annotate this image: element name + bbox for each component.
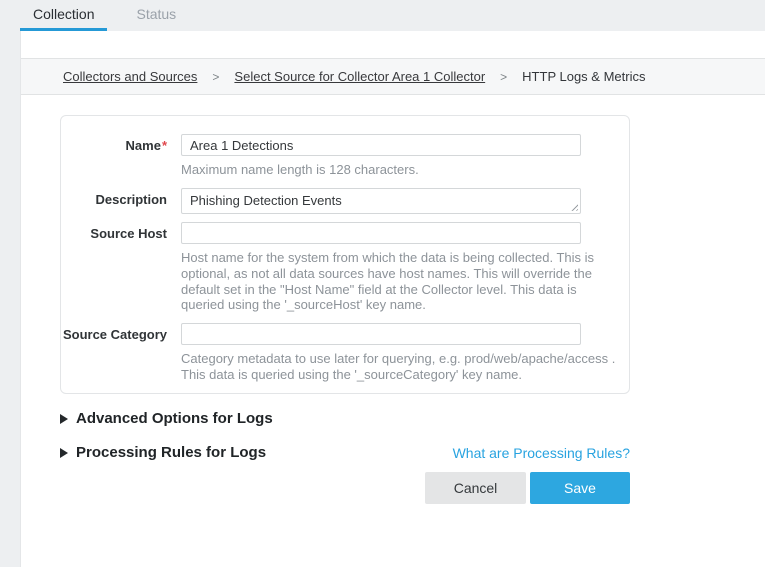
name-label-text: Name xyxy=(126,138,161,153)
source-category-helper-text: Category metadata to use later for query… xyxy=(181,351,617,383)
source-host-input[interactable] xyxy=(181,222,581,244)
description-label: Description xyxy=(61,188,167,208)
breadcrumb: Collectors and Sources > Select Source f… xyxy=(21,58,765,95)
content-panel: Collectors and Sources > Select Source f… xyxy=(20,31,765,567)
breadcrumb-separator: > xyxy=(212,70,219,84)
source-category-label: Source Category xyxy=(61,323,167,343)
description-textarea[interactable]: Phishing Detection Events xyxy=(181,188,581,214)
tab-collection-label: Collection xyxy=(33,6,94,22)
required-asterisk: * xyxy=(162,138,167,153)
source-host-helper-text: Host name for the system from which the … xyxy=(181,250,617,313)
tab-status[interactable]: Status xyxy=(123,0,189,31)
processing-rules-label: Processing Rules for Logs xyxy=(76,444,266,461)
name-helper-text: Maximum name length is 128 characters. xyxy=(181,162,617,178)
section-advanced-options: Advanced Options for Logs xyxy=(60,410,630,427)
cancel-button[interactable]: Cancel xyxy=(425,472,526,504)
source-host-field-row: Source Host Host name for the system fro… xyxy=(61,222,629,313)
expand-arrow-icon xyxy=(60,414,68,424)
expand-arrow-icon xyxy=(60,448,68,458)
tab-collection[interactable]: Collection xyxy=(20,0,107,31)
action-buttons-row: Cancel Save xyxy=(21,472,765,504)
breadcrumb-current-page: HTTP Logs & Metrics xyxy=(522,69,645,84)
advanced-options-label: Advanced Options for Logs xyxy=(76,410,273,427)
name-input[interactable] xyxy=(181,134,581,156)
tab-status-label: Status xyxy=(136,6,176,22)
name-label: Name* xyxy=(61,134,167,154)
advanced-options-toggle[interactable]: Advanced Options for Logs xyxy=(60,410,273,427)
description-field-row: Description Phishing Detection Events xyxy=(61,188,629,214)
source-category-field-row: Source Category Category metadata to use… xyxy=(61,323,629,383)
source-host-label: Source Host xyxy=(61,222,167,242)
breadcrumb-link-select-source[interactable]: Select Source for Collector Area 1 Colle… xyxy=(234,69,485,84)
source-category-input[interactable] xyxy=(181,323,581,345)
processing-rules-toggle[interactable]: Processing Rules for Logs xyxy=(60,444,266,461)
section-processing-rules: Processing Rules for Logs What are Proce… xyxy=(60,444,630,461)
breadcrumb-separator: > xyxy=(500,70,507,84)
source-config-card: Name* Maximum name length is 128 charact… xyxy=(60,115,630,394)
processing-rules-help-link[interactable]: What are Processing Rules? xyxy=(453,445,630,461)
breadcrumb-link-collectors-and-sources[interactable]: Collectors and Sources xyxy=(63,69,197,84)
name-field-row: Name* Maximum name length is 128 charact… xyxy=(61,134,629,178)
save-button[interactable]: Save xyxy=(530,472,630,504)
tab-bar: Collection Status xyxy=(0,0,765,31)
